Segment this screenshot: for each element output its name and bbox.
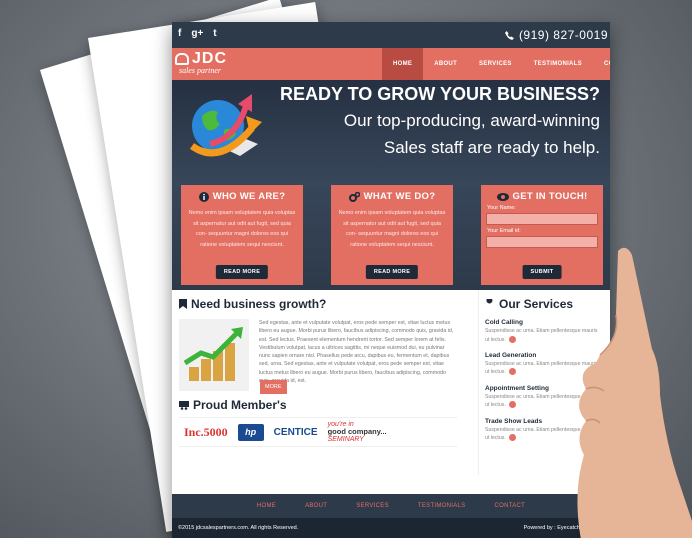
email-label: Your Email id: — [487, 228, 521, 234]
google-plus-icon[interactable]: g+ — [191, 28, 203, 39]
footer-link-about[interactable]: ABOUT — [305, 503, 327, 509]
hero-subtitle-2: Sales staff are ready to help. — [383, 138, 600, 157]
logo[interactable]: JDC sales partner — [175, 50, 227, 75]
inc5000-logo: Inc.5000 — [184, 424, 228, 439]
growth-section: Need business growth? Sed egestas, ante … — [179, 297, 459, 394]
nav-about[interactable]: ABOUT — [423, 48, 468, 80]
top-bar: f g+ t (919) 827-0019 — [172, 22, 610, 48]
footer-link-contact[interactable]: CONTACT — [494, 503, 525, 509]
card-what-title: WHAT WE DO? — [363, 191, 436, 202]
footer-bar: ©2015 jdcsalespartners.com. All rights R… — [172, 518, 610, 538]
arrow-right-icon[interactable] — [509, 368, 517, 376]
read-more-button[interactable]: READ MORE — [365, 265, 419, 279]
nav-contacts[interactable]: CONTACTS — [593, 48, 610, 80]
nav-testimonials[interactable]: TESTIMONIALS — [523, 48, 593, 80]
members-icon — [179, 401, 189, 410]
main-content: Need business growth? Sed egestas, ante … — [172, 290, 610, 475]
copyright-text: ©2015 jdcsalespartners.com. All rights R… — [178, 525, 299, 531]
eye-icon — [496, 192, 509, 201]
nav-menu: HOME ABOUT SERVICES TESTIMONIALS CONTACT… — [382, 48, 610, 80]
more-button[interactable]: MORE — [260, 380, 287, 394]
card-what-we-do: WHAT WE DO? Nemo enim ipsam voluptatem q… — [331, 185, 453, 285]
card-who-we-are: WHO WE ARE? Nemo enim ipsam voluptatem q… — [181, 185, 303, 285]
phone-icon — [504, 30, 514, 40]
name-label: Your Name: — [487, 205, 516, 211]
inc5000-number: 5000 — [203, 424, 228, 439]
hp-logo: hp — [237, 423, 264, 441]
wrench-icon — [486, 299, 493, 308]
website-mockup-page: f g+ t (919) 827-0019 JDC sales partner … — [172, 22, 610, 538]
main-nav: JDC sales partner HOME ABOUT SERVICES TE… — [172, 48, 610, 80]
read-more-button[interactable]: READ MORE — [215, 265, 269, 279]
nav-home[interactable]: HOME — [382, 48, 424, 80]
members-title: Proud Member's — [193, 398, 287, 412]
facebook-icon[interactable]: f — [178, 28, 181, 39]
centice-logo: CENTICE — [273, 426, 318, 438]
nav-services[interactable]: SERVICES — [468, 48, 523, 80]
hero-title: READY TO GROW YOUR BUSINESS? — [279, 84, 600, 104]
card-who-title: WHO WE ARE? — [212, 191, 286, 202]
globe-arrow-icon — [189, 94, 262, 157]
arrow-right-icon[interactable] — [509, 401, 517, 409]
submit-button[interactable]: SUBMIT — [522, 265, 562, 279]
name-field[interactable] — [486, 213, 598, 225]
feature-cards: WHO WE ARE? Nemo enim ipsam voluptatem q… — [172, 182, 610, 290]
arrow-right-icon[interactable] — [509, 335, 517, 343]
hero-subtitle-1: Our top-producing, award-winning — [343, 111, 600, 130]
member-logos: Inc.5000 hp CENTICE you're in good compan… — [179, 417, 457, 447]
hand-image — [577, 247, 692, 538]
footer-link-testimonials[interactable]: TESTIMONIALS — [418, 503, 466, 509]
logo-mark-icon — [175, 53, 189, 65]
card-who-text: Nemo enim ipsam voluptatem quia voluptas… — [188, 210, 296, 248]
info-icon — [198, 191, 209, 202]
coins-growth-image — [179, 319, 249, 391]
logo-tagline: sales partner — [179, 66, 221, 75]
bookmark-icon — [179, 299, 187, 309]
gears-icon — [348, 191, 360, 202]
good-company-logo: you're in good company... SEMINARY — [327, 421, 387, 443]
social-links: f g+ t — [178, 28, 217, 39]
arrow-right-icon[interactable] — [509, 434, 517, 442]
card-touch-title: GET IN TOUCH! — [512, 191, 588, 202]
members-section: Proud Member's Inc.5000 hp CENTICE you'r… — [179, 398, 457, 447]
growth-text: Sed egestas, ante et vulputate volutpat,… — [259, 320, 454, 385]
footer-nav: HOME ABOUT SERVICES TESTIMONIALS CONTACT — [172, 494, 610, 518]
hero-banner: READY TO GROW YOUR BUSINESS? Our top-pro… — [172, 80, 610, 182]
footer-link-services[interactable]: SERVICES — [356, 503, 389, 509]
phone-text: (919) 827-0019 — [518, 28, 608, 42]
card-what-text: Nemo enim ipsam voluptatem quia voluptas… — [338, 210, 446, 248]
footer-link-home[interactable]: HOME — [257, 503, 276, 509]
twitter-icon[interactable]: t — [213, 28, 216, 39]
growth-title: Need business growth? — [191, 297, 327, 311]
phone-number[interactable]: (919) 827-0019 — [504, 28, 608, 42]
